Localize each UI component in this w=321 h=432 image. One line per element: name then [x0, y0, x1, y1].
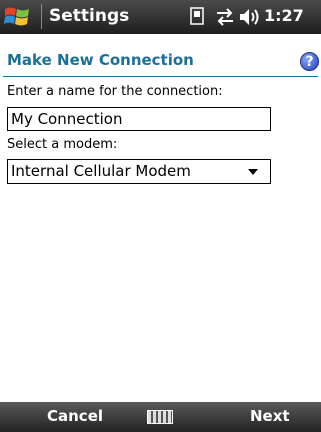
next-button[interactable]: Next — [250, 407, 290, 425]
modem-label: Select a modem: — [7, 137, 118, 152]
title-bar: Settings 1:27 — [0, 0, 321, 34]
page-title: Make New Connection — [7, 51, 194, 69]
chevron-down-icon[interactable] — [248, 169, 258, 175]
speaker-icon[interactable] — [238, 7, 262, 31]
modem-select[interactable]: Internal Cellular Modem — [7, 159, 271, 184]
keyboard-icon[interactable] — [147, 410, 173, 424]
help-icon[interactable]: ? — [300, 52, 319, 71]
connection-name-label: Enter a name for the connection: — [7, 84, 223, 99]
windows-flag-icon[interactable] — [2, 3, 32, 31]
page-header: Make New Connection ? — [0, 48, 321, 76]
modem-select-value: Internal Cellular Modem — [11, 162, 191, 180]
connectivity-arrows-icon[interactable] — [214, 7, 236, 31]
clock-time[interactable]: 1:27 — [264, 4, 304, 28]
cancel-button[interactable]: Cancel — [47, 407, 103, 425]
connection-name-input[interactable]: My Connection — [7, 107, 271, 131]
title-separator — [41, 4, 42, 29]
app-title[interactable]: Settings — [49, 4, 129, 28]
sim-icon[interactable] — [190, 7, 204, 31]
header-divider — [3, 76, 318, 77]
softkey-bar: Cancel Next — [0, 402, 321, 432]
